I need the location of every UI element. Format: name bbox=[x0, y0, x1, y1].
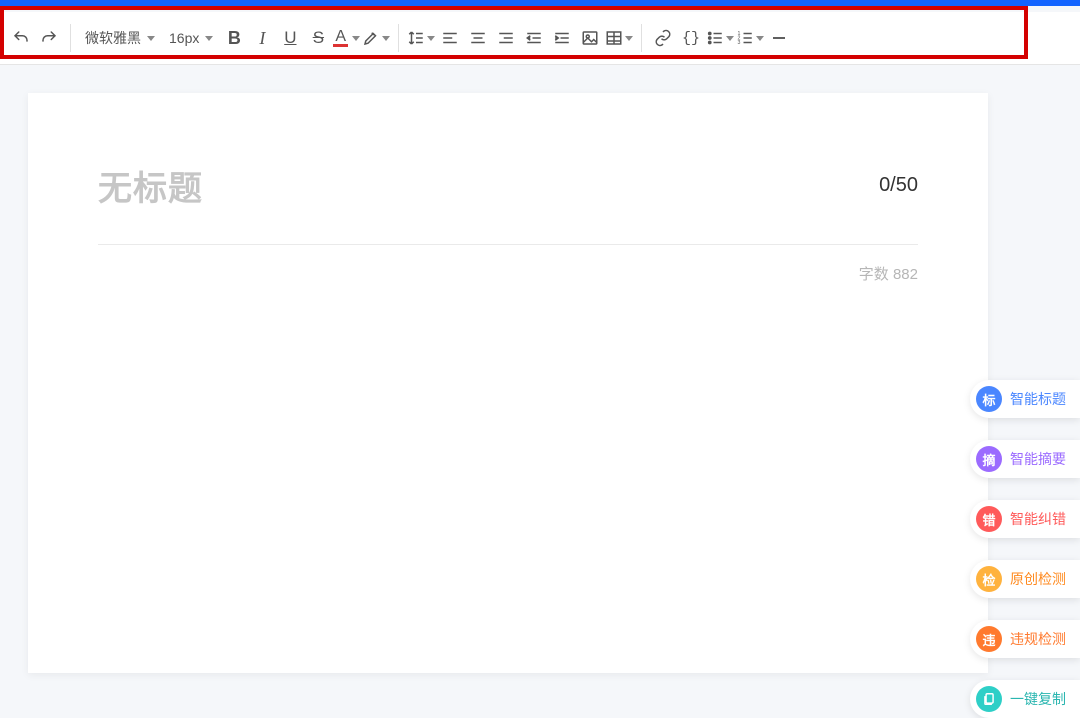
svg-text:3: 3 bbox=[738, 40, 741, 46]
italic-button[interactable]: I bbox=[249, 23, 275, 53]
highlight-color-button[interactable] bbox=[362, 23, 390, 53]
font-size-label: 16px bbox=[169, 30, 199, 46]
side-smart-summary[interactable]: 摘 智能摘要 bbox=[970, 440, 1080, 478]
page-wrapper: 无标题 0/50 字数 882 bbox=[0, 65, 1080, 673]
editor-toolbar: 微软雅黑 16px B I U S A bbox=[0, 12, 1080, 65]
chevron-down-icon bbox=[352, 36, 360, 41]
side-actions: 标 智能标题 摘 智能摘要 错 智能纠错 检 原创检测 违 违规检测 一键复制 bbox=[970, 380, 1080, 718]
horizontal-rule-button[interactable] bbox=[766, 23, 792, 53]
redo-button[interactable] bbox=[36, 23, 62, 53]
badge-icon: 摘 bbox=[976, 446, 1002, 472]
chevron-down-icon bbox=[205, 36, 213, 41]
side-label: 智能摘要 bbox=[1010, 449, 1066, 469]
document-page: 无标题 0/50 字数 882 bbox=[28, 93, 988, 673]
chevron-down-icon bbox=[147, 36, 155, 41]
underline-button[interactable]: U bbox=[277, 23, 303, 53]
indent-increase-button[interactable] bbox=[549, 23, 575, 53]
side-label: 原创检测 bbox=[1010, 569, 1066, 589]
insert-link-button[interactable] bbox=[650, 23, 676, 53]
indent-decrease-button[interactable] bbox=[521, 23, 547, 53]
top-blue-bar bbox=[0, 0, 1080, 6]
word-count: 字数 882 bbox=[98, 263, 918, 284]
side-violation-check[interactable]: 违 违规检测 bbox=[970, 620, 1080, 658]
insert-image-button[interactable] bbox=[577, 23, 603, 53]
align-left-button[interactable] bbox=[437, 23, 463, 53]
chevron-down-icon bbox=[427, 36, 435, 41]
side-one-click-copy[interactable]: 一键复制 bbox=[970, 680, 1080, 718]
badge-icon: 标 bbox=[976, 386, 1002, 412]
align-center-button[interactable] bbox=[465, 23, 491, 53]
side-smart-correction[interactable]: 错 智能纠错 bbox=[970, 500, 1080, 538]
font-family-label: 微软雅黑 bbox=[85, 28, 141, 48]
badge-icon: 错 bbox=[976, 506, 1002, 532]
side-smart-title[interactable]: 标 智能标题 bbox=[970, 380, 1080, 418]
numbered-list-button[interactable]: 123 bbox=[736, 23, 764, 53]
insert-table-button[interactable] bbox=[605, 23, 633, 53]
side-label: 智能标题 bbox=[1010, 389, 1066, 409]
font-family-select[interactable]: 微软雅黑 bbox=[79, 28, 161, 48]
chevron-down-icon bbox=[726, 36, 734, 41]
side-label: 一键复制 bbox=[1010, 689, 1066, 709]
chevron-down-icon bbox=[625, 36, 633, 41]
bold-button[interactable]: B bbox=[221, 23, 247, 53]
code-block-button[interactable]: {} bbox=[678, 23, 704, 53]
undo-button[interactable] bbox=[8, 23, 34, 53]
text-color-button[interactable]: A bbox=[333, 23, 360, 53]
side-label: 智能纠错 bbox=[1010, 509, 1066, 529]
side-label: 违规检测 bbox=[1010, 629, 1066, 649]
strikethrough-button[interactable]: S bbox=[305, 23, 331, 53]
badge-icon: 检 bbox=[976, 566, 1002, 592]
toolbar-separator bbox=[70, 24, 71, 52]
chevron-down-icon bbox=[756, 36, 764, 41]
line-height-button[interactable] bbox=[407, 23, 435, 53]
chevron-down-icon bbox=[382, 36, 390, 41]
font-size-select[interactable]: 16px bbox=[163, 30, 219, 46]
align-right-button[interactable] bbox=[493, 23, 519, 53]
toolbar-separator bbox=[641, 24, 642, 52]
title-char-count: 0/50 bbox=[879, 174, 918, 197]
title-input[interactable]: 无标题 bbox=[98, 161, 203, 210]
toolbar-separator bbox=[398, 24, 399, 52]
title-row: 无标题 0/50 bbox=[98, 161, 918, 245]
side-original-check[interactable]: 检 原创检测 bbox=[970, 560, 1080, 598]
badge-icon: 违 bbox=[976, 626, 1002, 652]
copy-icon bbox=[976, 686, 1002, 712]
bullet-list-button[interactable] bbox=[706, 23, 734, 53]
